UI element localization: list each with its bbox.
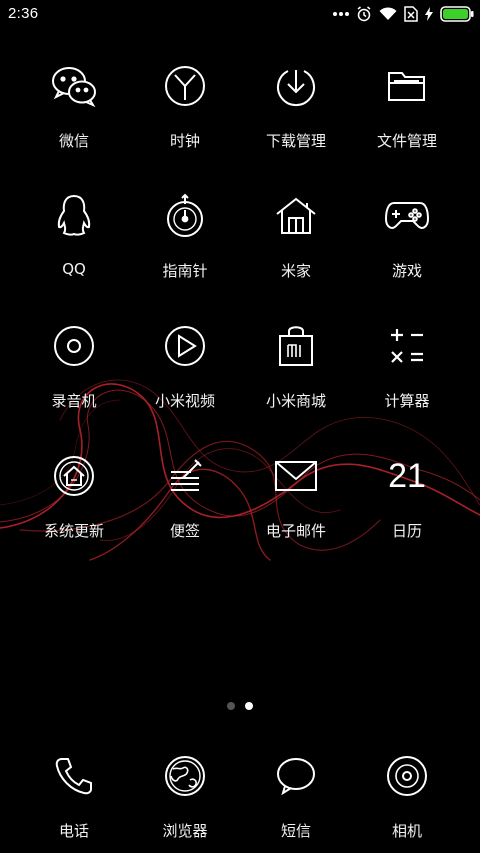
- app-label: 计算器: [384, 392, 430, 410]
- dock-camera[interactable]: 相机: [352, 750, 462, 853]
- app-recorder[interactable]: 录音机: [19, 320, 129, 440]
- app-label: 电子邮件: [265, 522, 326, 540]
- app-mi-store[interactable]: 小米商城: [241, 320, 351, 440]
- home-screen: 2:36 微信 时钟 下载管理 文件管理 QQ 指南针 米家 游戏 录音机 小米…: [0, 0, 480, 853]
- app-mijia[interactable]: 米家: [241, 190, 351, 310]
- no-sim-icon: [404, 6, 418, 22]
- app-system-update[interactable]: 系统更新: [19, 450, 129, 570]
- app-label: 系统更新: [43, 522, 104, 540]
- app-calendar[interactable]: 21 日历: [352, 450, 462, 570]
- dock-phone[interactable]: 电话: [19, 750, 129, 853]
- globe-icon: [159, 750, 211, 802]
- app-label: QQ: [62, 260, 86, 278]
- app-calculator[interactable]: 计算器: [352, 320, 462, 440]
- clock-icon: [159, 60, 211, 112]
- gamepad-icon: [381, 190, 433, 242]
- app-label: 电话: [58, 822, 89, 840]
- page-dot-1[interactable]: [227, 702, 235, 710]
- message-icon: [270, 750, 322, 802]
- phone-icon: [48, 750, 100, 802]
- app-label: 日历: [391, 522, 422, 540]
- app-label: 浏览器: [162, 822, 208, 840]
- compass-icon: [159, 190, 211, 242]
- app-label: 录音机: [51, 392, 97, 410]
- app-games[interactable]: 游戏: [352, 190, 462, 310]
- app-label: 文件管理: [376, 132, 437, 150]
- play-icon: [159, 320, 211, 372]
- calculator-icon: [381, 320, 433, 372]
- calendar-icon: 21: [381, 450, 433, 502]
- app-label: 时钟: [169, 132, 200, 150]
- camera-icon: [381, 750, 433, 802]
- app-download-manager[interactable]: 下载管理: [241, 60, 351, 180]
- dock-messages[interactable]: 短信: [241, 750, 351, 853]
- calendar-day: 21: [388, 457, 426, 495]
- shopping-bag-icon: [270, 320, 322, 372]
- app-label: 小米视频: [154, 392, 215, 410]
- app-clock[interactable]: 时钟: [130, 60, 240, 180]
- app-label: 短信: [280, 822, 311, 840]
- more-dots-icon: [333, 11, 349, 17]
- app-wechat[interactable]: 微信: [19, 60, 129, 180]
- recorder-icon: [48, 320, 100, 372]
- status-icons: [333, 4, 474, 24]
- app-label: 指南针: [162, 262, 208, 280]
- penguin-icon: [48, 190, 100, 242]
- app-notes[interactable]: 便签: [130, 450, 240, 570]
- app-label: 相机: [391, 822, 422, 840]
- status-bar: 2:36: [0, 0, 480, 28]
- alarm-icon: [356, 6, 372, 22]
- app-label: 小米商城: [265, 392, 326, 410]
- app-qq[interactable]: QQ: [19, 190, 129, 310]
- update-icon: [48, 450, 100, 502]
- app-mi-video[interactable]: 小米视频: [130, 320, 240, 440]
- status-time: 2:36: [8, 5, 39, 22]
- app-label: 便签: [169, 522, 200, 540]
- app-label: 游戏: [391, 262, 422, 280]
- app-label: 下载管理: [265, 132, 326, 150]
- app-email[interactable]: 电子邮件: [241, 450, 351, 570]
- app-compass[interactable]: 指南针: [130, 190, 240, 310]
- battery-level: [443, 9, 468, 19]
- wechat-icon: [48, 60, 100, 112]
- app-file-manager[interactable]: 文件管理: [352, 60, 462, 180]
- home-icon: [270, 190, 322, 242]
- wifi-icon: [379, 7, 397, 21]
- app-label: 微信: [58, 132, 89, 150]
- folder-icon: [381, 60, 433, 112]
- mail-icon: [270, 450, 322, 502]
- page-dot-2[interactable]: [245, 702, 253, 710]
- notes-icon: [159, 450, 211, 502]
- app-label: 米家: [280, 262, 311, 280]
- charging-icon: [425, 7, 433, 21]
- battery-icon: [440, 6, 474, 22]
- page-indicator: [0, 702, 480, 710]
- download-icon: [270, 60, 322, 112]
- dock-browser[interactable]: 浏览器: [130, 750, 240, 853]
